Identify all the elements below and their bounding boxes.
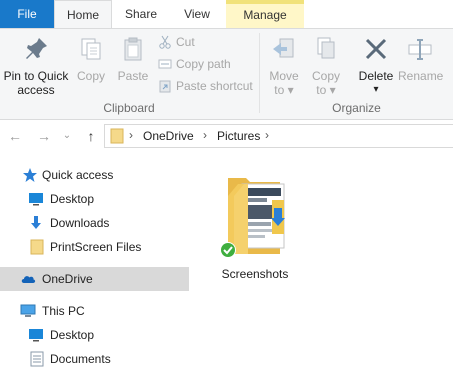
folder-item[interactable]: Screenshots bbox=[214, 168, 296, 281]
nav-onedrive[interactable]: OneDrive bbox=[0, 267, 189, 291]
move-to-label-line2: to bbox=[274, 83, 285, 97]
tab-home[interactable]: Home bbox=[54, 0, 112, 29]
tab-manage[interactable]: Manage bbox=[226, 0, 304, 28]
copy-to-dropdown-icon: ▾ bbox=[329, 83, 336, 97]
delete-dropdown-icon: ▾ bbox=[373, 84, 379, 95]
nav-printscreen-files[interactable]: PrintScreen Files bbox=[0, 235, 189, 259]
nav-downloads-label: Downloads bbox=[50, 216, 110, 230]
tab-view[interactable]: View bbox=[170, 0, 224, 28]
move-to-button[interactable]: Move to ▾ bbox=[264, 31, 304, 97]
nav-documents-label: Documents bbox=[50, 352, 111, 366]
breadcrumb-chevron-icon[interactable]: › bbox=[129, 128, 133, 142]
rename-button[interactable]: Rename bbox=[398, 31, 444, 97]
copy-path-button[interactable]: Copy path bbox=[158, 54, 231, 74]
download-arrow-icon bbox=[31, 216, 41, 229]
breadcrumb-chevron-icon[interactable]: › bbox=[265, 128, 269, 142]
copy-to-button[interactable]: Copy to ▾ bbox=[306, 31, 346, 97]
paste-shortcut-button[interactable]: Paste shortcut bbox=[158, 76, 253, 96]
nav-documents[interactable]: Documents bbox=[0, 347, 189, 367]
copy-to-icon bbox=[317, 37, 335, 59]
clipboard-group: Pin to Quick access Copy Paste Cut Copy … bbox=[0, 29, 258, 119]
folder-icon bbox=[110, 128, 124, 144]
breadcrumb-pictures[interactable]: Pictures bbox=[217, 129, 260, 143]
move-to-icon bbox=[273, 38, 294, 58]
tab-file[interactable]: File bbox=[0, 0, 54, 28]
breadcrumb-chevron-icon[interactable]: › bbox=[203, 128, 207, 142]
desktop-icon bbox=[29, 329, 43, 342]
navigation-pane: Quick access Desktop Downloads PrintScre… bbox=[0, 160, 189, 367]
folder-name: Screenshots bbox=[221, 267, 289, 281]
nav-desktop[interactable]: Desktop bbox=[0, 187, 189, 211]
file-list: Screenshots bbox=[190, 160, 453, 367]
nav-quick-access[interactable]: Quick access bbox=[0, 163, 189, 187]
copy-label: Copy bbox=[76, 69, 105, 83]
nav-pc-desktop[interactable]: Desktop bbox=[0, 323, 189, 347]
nav-this-pc[interactable]: This PC bbox=[0, 299, 189, 323]
ribbon-tab-bar: File Home Share View Manage bbox=[0, 0, 453, 29]
document-icon bbox=[30, 351, 44, 367]
folder-icon bbox=[220, 178, 285, 258]
paste-shortcut-label: Paste shortcut bbox=[176, 79, 253, 93]
paste-label: Paste bbox=[117, 69, 149, 83]
nav-this-pc-label: This PC bbox=[42, 304, 85, 318]
tab-share[interactable]: Share bbox=[113, 0, 169, 28]
delete-button[interactable]: Delete ▾ bbox=[356, 31, 396, 97]
desktop-icon bbox=[29, 193, 43, 206]
pin-to-quick-access-button[interactable]: Pin to Quick access bbox=[0, 31, 72, 97]
pin-icon bbox=[26, 38, 47, 59]
breadcrumb-onedrive[interactable]: OneDrive bbox=[143, 129, 194, 143]
nav-printscreen-files-label: PrintScreen Files bbox=[50, 240, 142, 254]
pin-label-line2: access bbox=[17, 83, 55, 97]
clipboard-paste-icon bbox=[124, 37, 142, 61]
up-arrow-icon[interactable]: ↑ bbox=[82, 127, 100, 145]
copy-to-label-line1: Copy bbox=[311, 69, 340, 83]
nav-quick-access-label: Quick access bbox=[42, 168, 114, 182]
nav-desktop-label: Desktop bbox=[50, 192, 95, 206]
rename-icon bbox=[408, 39, 432, 60]
organize-group-label: Organize bbox=[332, 101, 381, 115]
cut-label: Cut bbox=[176, 35, 195, 49]
paste-shortcut-icon bbox=[159, 80, 171, 93]
copy-path-label: Copy path bbox=[176, 57, 231, 71]
nav-pc-desktop-label: Desktop bbox=[50, 328, 95, 342]
copy-icon bbox=[81, 38, 101, 60]
paste-button[interactable]: Paste bbox=[114, 31, 152, 97]
clipboard-group-label: Clipboard bbox=[103, 101, 155, 115]
delete-x-icon bbox=[365, 38, 387, 60]
move-to-dropdown-icon: ▾ bbox=[287, 83, 294, 97]
star-icon bbox=[23, 168, 37, 182]
address-bar[interactable]: › OneDrive › Pictures › bbox=[104, 124, 453, 148]
scissors-icon bbox=[159, 35, 171, 49]
organize-group: Move to ▾ Copy to ▾ Delete ▾ Rename Orga… bbox=[260, 29, 453, 119]
pin-label-line1: Pin to Quick bbox=[3, 69, 69, 83]
move-to-label-line1: Move bbox=[269, 69, 299, 83]
delete-label: Delete bbox=[358, 69, 394, 83]
cut-button[interactable]: Cut bbox=[158, 32, 195, 52]
back-arrow-icon[interactable]: ← bbox=[6, 127, 24, 145]
copy-button[interactable]: Copy bbox=[74, 31, 108, 97]
recent-locations-chevron-icon[interactable]: ⌄ bbox=[58, 127, 76, 145]
nav-onedrive-label: OneDrive bbox=[42, 272, 93, 286]
forward-arrow-icon[interactable]: → bbox=[35, 127, 53, 145]
rename-label: Rename bbox=[398, 69, 444, 83]
copy-to-label-line2: to bbox=[316, 83, 327, 97]
computer-icon bbox=[20, 304, 36, 317]
copy-path-icon bbox=[158, 59, 172, 69]
nav-downloads[interactable]: Downloads bbox=[0, 211, 189, 235]
folder-icon bbox=[30, 239, 44, 255]
address-row: ← → ⌄ ↑ › OneDrive › Pictures › bbox=[0, 121, 453, 151]
ribbon: Pin to Quick access Copy Paste Cut Copy … bbox=[0, 28, 453, 120]
cloud-icon bbox=[21, 276, 36, 283]
